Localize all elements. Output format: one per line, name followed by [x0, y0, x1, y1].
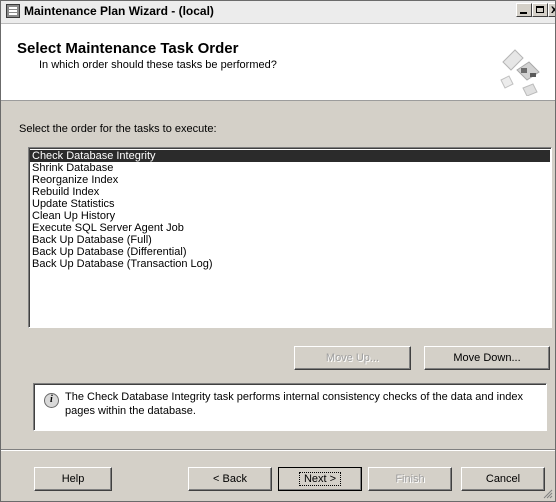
list-item[interactable]: Reorganize Index — [30, 174, 550, 186]
minimize-button[interactable] — [516, 3, 532, 17]
list-item[interactable]: Back Up Database (Transaction Log) — [30, 258, 550, 270]
window-title: Maintenance Plan Wizard - (local) — [24, 4, 214, 18]
page-title: Select Maintenance Task Order — [17, 40, 239, 57]
next-button[interactable]: Next > — [278, 467, 362, 491]
list-item[interactable]: Execute SQL Server Agent Job — [30, 222, 550, 234]
resize-grip-icon[interactable] — [541, 487, 553, 499]
help-button[interactable]: Help — [34, 467, 112, 491]
maximize-button[interactable] — [532, 3, 548, 17]
finish-button[interactable]: Finish — [368, 467, 452, 491]
next-button-label: Next > — [298, 472, 342, 486]
footer-divider — [1, 449, 555, 451]
close-icon: x — [551, 2, 555, 16]
wizard-graphic-icon — [500, 49, 540, 96]
page-subtitle: In which order should these tasks be per… — [39, 59, 277, 71]
list-item[interactable]: Check Database Integrity — [30, 150, 550, 162]
app-icon — [6, 4, 20, 18]
task-order-listbox[interactable]: Check Database Integrity Shrink Database R… — [28, 147, 552, 328]
info-icon: i — [44, 393, 59, 408]
back-button[interactable]: < Back — [188, 467, 272, 491]
close-button[interactable]: x — [548, 2, 555, 17]
task-order-label: Select the order for the tasks to execut… — [19, 123, 217, 135]
cancel-button[interactable]: Cancel — [461, 467, 545, 491]
move-down-button[interactable]: Move Down... — [424, 346, 550, 370]
list-item[interactable]: Rebuild Index — [30, 186, 550, 198]
task-description-text: The Check Database Integrity task perfor… — [65, 391, 523, 417]
list-item[interactable]: Shrink Database — [30, 162, 550, 174]
title-bar[interactable]: Maintenance Plan Wizard - (local) x — [1, 1, 555, 24]
task-description-box: i The Check Database Integrity task perf… — [33, 383, 547, 431]
list-item[interactable]: Back Up Database (Full) — [30, 234, 550, 246]
list-item[interactable]: Update Statistics — [30, 198, 550, 210]
list-item[interactable]: Clean Up History — [30, 210, 550, 222]
move-up-button[interactable]: Move Up... — [294, 346, 411, 370]
maintenance-plan-wizard-window: Maintenance Plan Wizard - (local) x Sele… — [0, 0, 556, 502]
wizard-header: Select Maintenance Task Order In which o… — [1, 24, 555, 101]
list-item[interactable]: Back Up Database (Differential) — [30, 246, 550, 258]
